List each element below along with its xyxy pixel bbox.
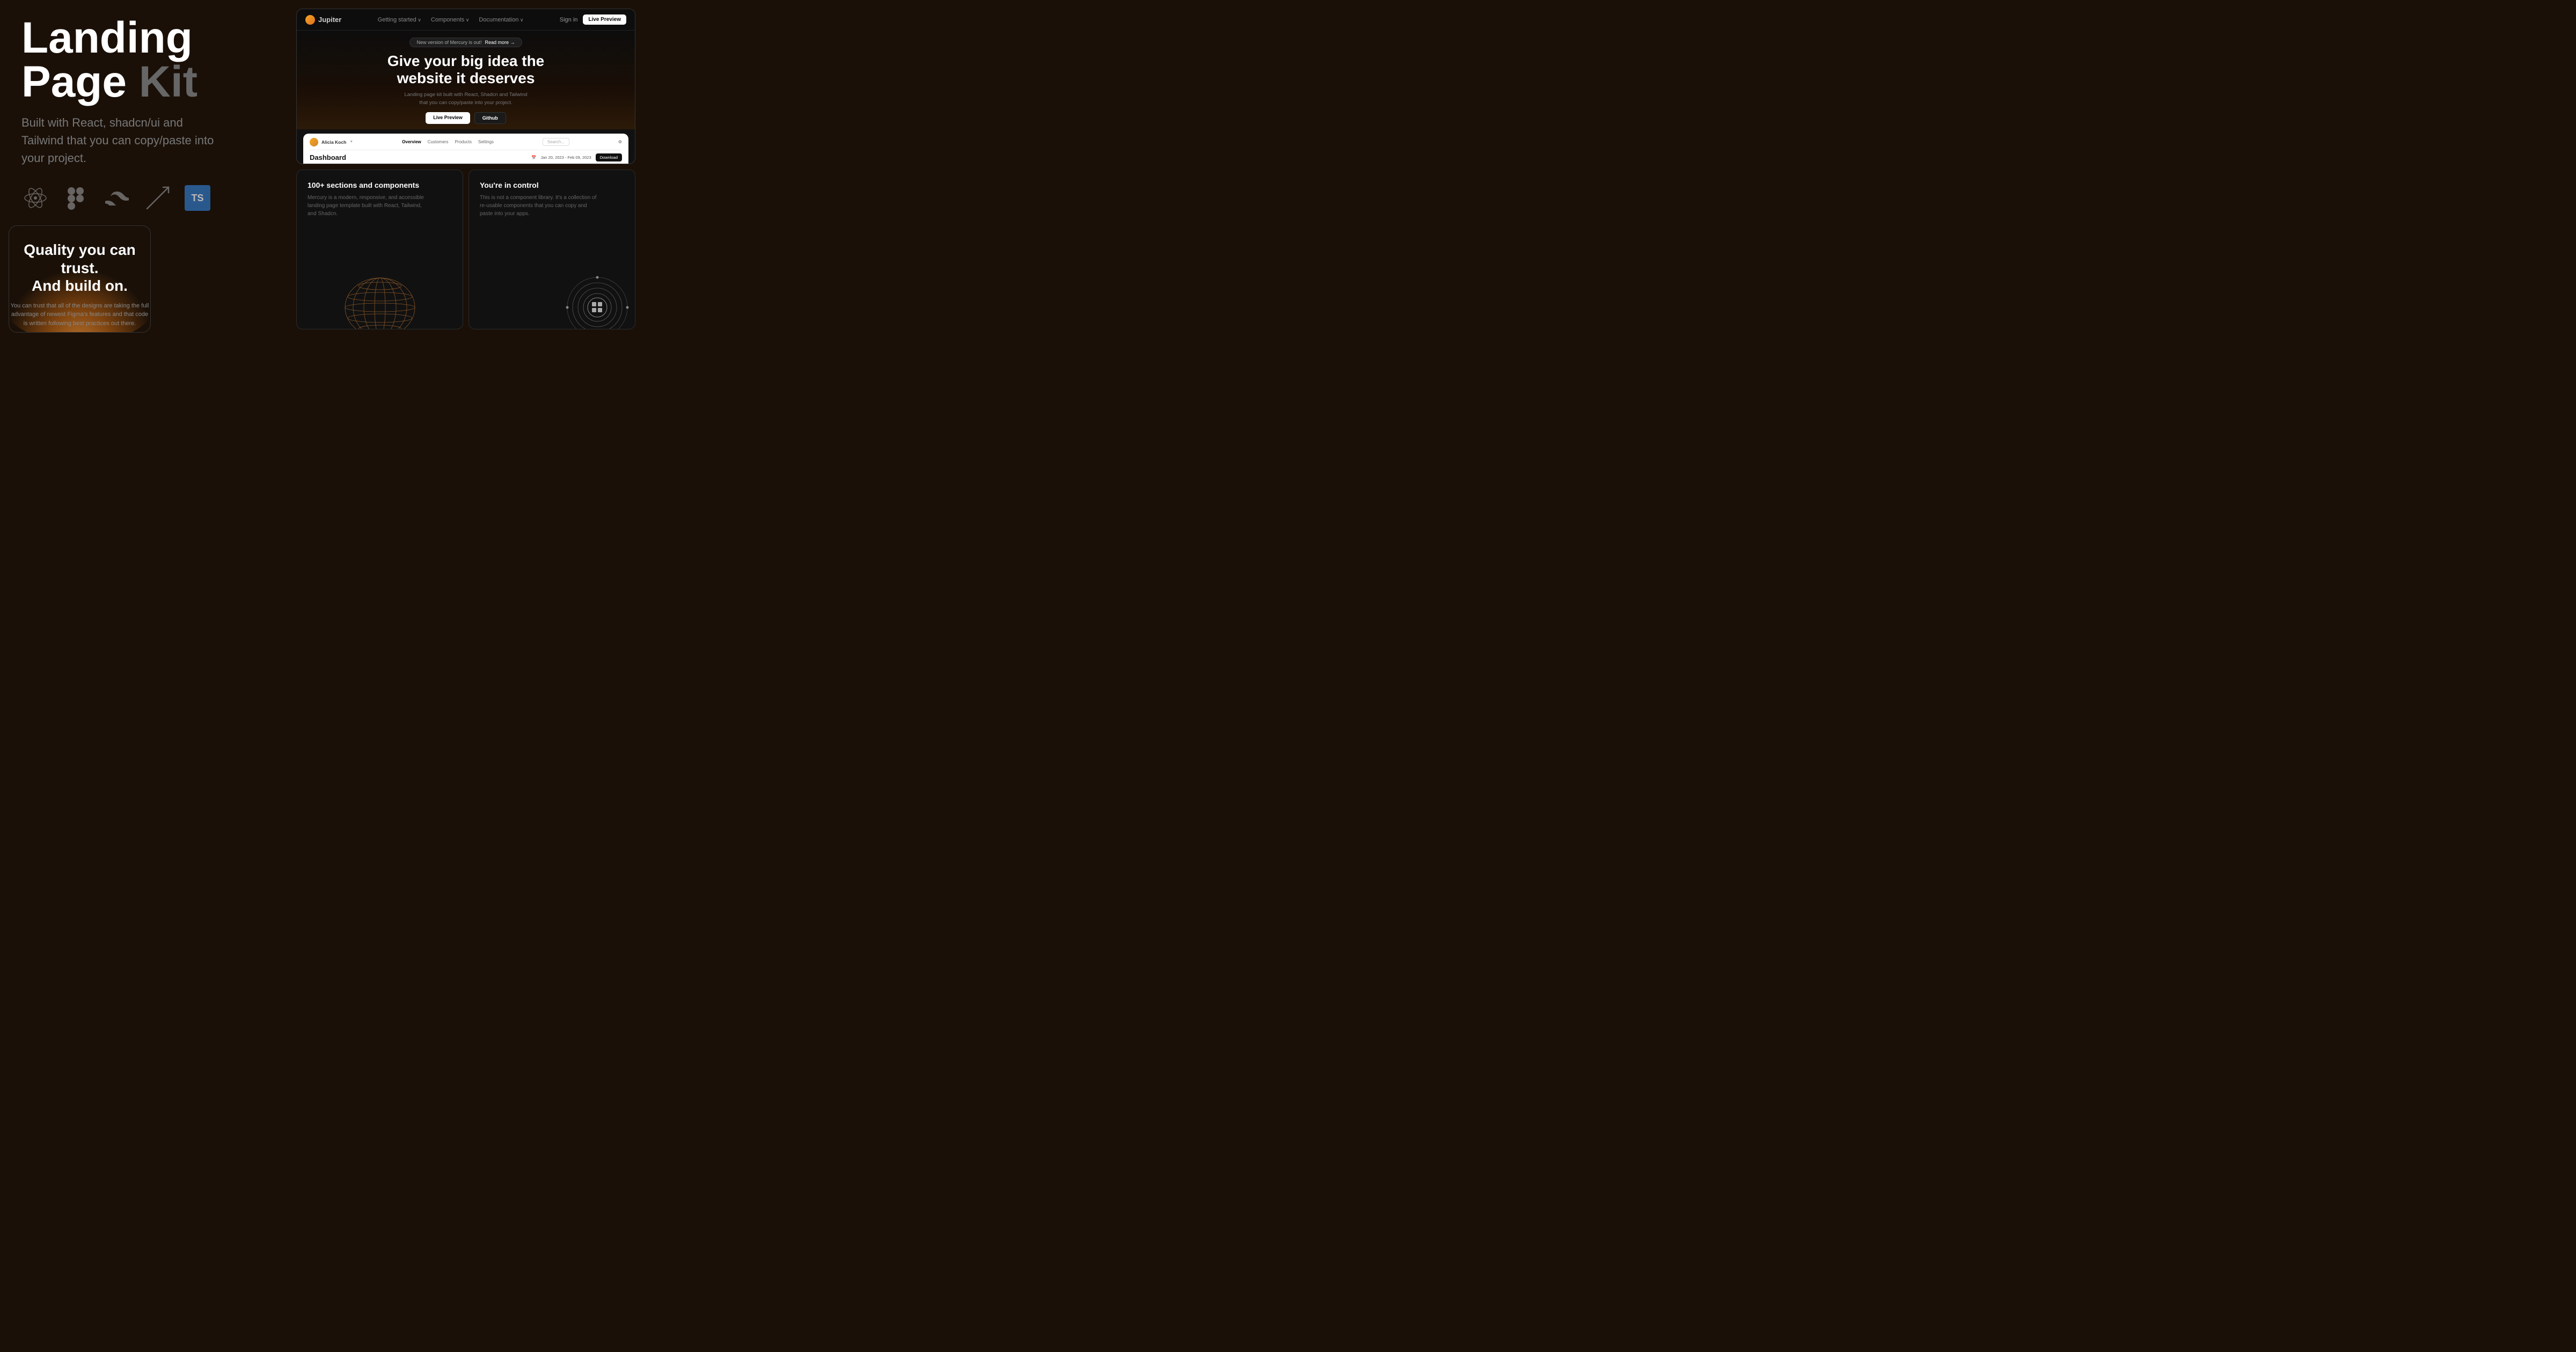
- tailwind-icon: [103, 184, 131, 212]
- dashboard-tabs: Overview Customers Products Settings: [402, 139, 494, 144]
- hero-subtitle: Landing page kit built with React, Shadc…: [308, 91, 624, 107]
- announcement-text: New version of Mercury is out!: [416, 40, 481, 45]
- tab-settings[interactable]: Settings: [478, 139, 494, 144]
- preview-hero: New version of Mercury is out! Read more…: [297, 31, 635, 129]
- feature-card-description: This is not a component library. It's a …: [480, 194, 598, 218]
- date-range-text: Jan 20, 2023 - Feb 09, 2023: [540, 155, 591, 160]
- quality-card-description: You can trust that all of the designs ar…: [9, 302, 150, 328]
- figma-icon: [62, 184, 90, 212]
- preview-window: Jupiter Getting started Components Docum…: [296, 9, 635, 164]
- nav-components[interactable]: Components: [431, 17, 469, 23]
- feature-card-title: 100+ sections and components: [308, 181, 452, 189]
- nav-logo-text: Jupiter: [318, 16, 341, 24]
- search-placeholder: Search...: [547, 139, 565, 144]
- react-icon: [21, 184, 49, 212]
- dashboard-preview: Alicia Koch ▼ Overview Customers Product…: [303, 134, 628, 164]
- dashboard-header: Dashboard 📅 Jan 20, 2023 - Feb 09, 2023 …: [310, 153, 622, 161]
- tech-icons: TS: [21, 184, 288, 212]
- title-part2: Kit: [139, 57, 197, 106]
- quality-card-title: Quality you can trust.And build on.: [9, 241, 150, 295]
- hero-github-button[interactable]: Github: [474, 112, 506, 124]
- user-name: Alicia Koch: [321, 139, 346, 145]
- left-panel: Landing Page Kit Built with React, shadc…: [0, 0, 309, 338]
- typescript-icon: TS: [185, 185, 210, 211]
- calendar-icon: 📅: [531, 155, 536, 160]
- quality-card: Quality you can trust.And build on. You …: [9, 225, 151, 333]
- dashboard-search[interactable]: Search...: [543, 138, 569, 146]
- logo-circle: [305, 15, 315, 25]
- nav-links: Getting started Components Documentation: [378, 17, 524, 23]
- hero-buttons: Live Preview Github: [308, 112, 624, 124]
- tab-products[interactable]: Products: [455, 139, 472, 144]
- nav-documentation[interactable]: Documentation: [479, 17, 523, 23]
- nav-live-preview-button[interactable]: Live Preview: [583, 14, 626, 25]
- dashboard-user: Alicia Koch ▼: [310, 138, 353, 146]
- feature-card-sections: 100+ sections and components Mercury is …: [296, 170, 463, 329]
- nav-right: Sign in Live Preview: [560, 14, 626, 25]
- feature-card-description: Mercury is a modern, responsive, and acc…: [308, 194, 426, 218]
- user-avatar: [310, 138, 318, 146]
- hero-title: Give your big idea thewebsite it deserve…: [308, 53, 624, 87]
- main-title: Landing Page Kit: [21, 16, 288, 104]
- right-panel: Jupiter Getting started Components Docum…: [296, 0, 644, 338]
- hero-live-preview-button[interactable]: Live Preview: [426, 112, 470, 124]
- date-range: 📅 Jan 20, 2023 - Feb 09, 2023 Download: [531, 153, 622, 161]
- tab-overview[interactable]: Overview: [402, 139, 421, 144]
- control-visualization: [565, 275, 624, 329]
- dashboard-nav: Alicia Koch ▼ Overview Customers Product…: [310, 138, 622, 150]
- pen-tool-icon: [144, 184, 172, 212]
- preview-nav: Jupiter Getting started Components Docum…: [297, 9, 635, 31]
- globe-visualization: [342, 275, 418, 329]
- feature-card-control: You're in control This is not a componen…: [469, 170, 635, 329]
- tab-customers[interactable]: Customers: [428, 139, 449, 144]
- announcement-bar: New version of Mercury is out! Read more…: [409, 38, 522, 47]
- feature-card-title: You're in control: [480, 181, 624, 189]
- subtitle: Built with React, shadcn/ui and Tailwind…: [21, 114, 225, 167]
- bottom-cards: 100+ sections and components Mercury is …: [296, 170, 635, 329]
- search-icon: ⚙: [618, 139, 622, 144]
- download-button[interactable]: Download: [596, 153, 622, 161]
- announcement-link[interactable]: Read more →: [485, 40, 515, 45]
- nav-logo: Jupiter: [305, 15, 341, 25]
- nav-getting-started[interactable]: Getting started: [378, 17, 421, 23]
- nav-signin[interactable]: Sign in: [560, 17, 578, 23]
- dashboard-title: Dashboard: [310, 153, 346, 161]
